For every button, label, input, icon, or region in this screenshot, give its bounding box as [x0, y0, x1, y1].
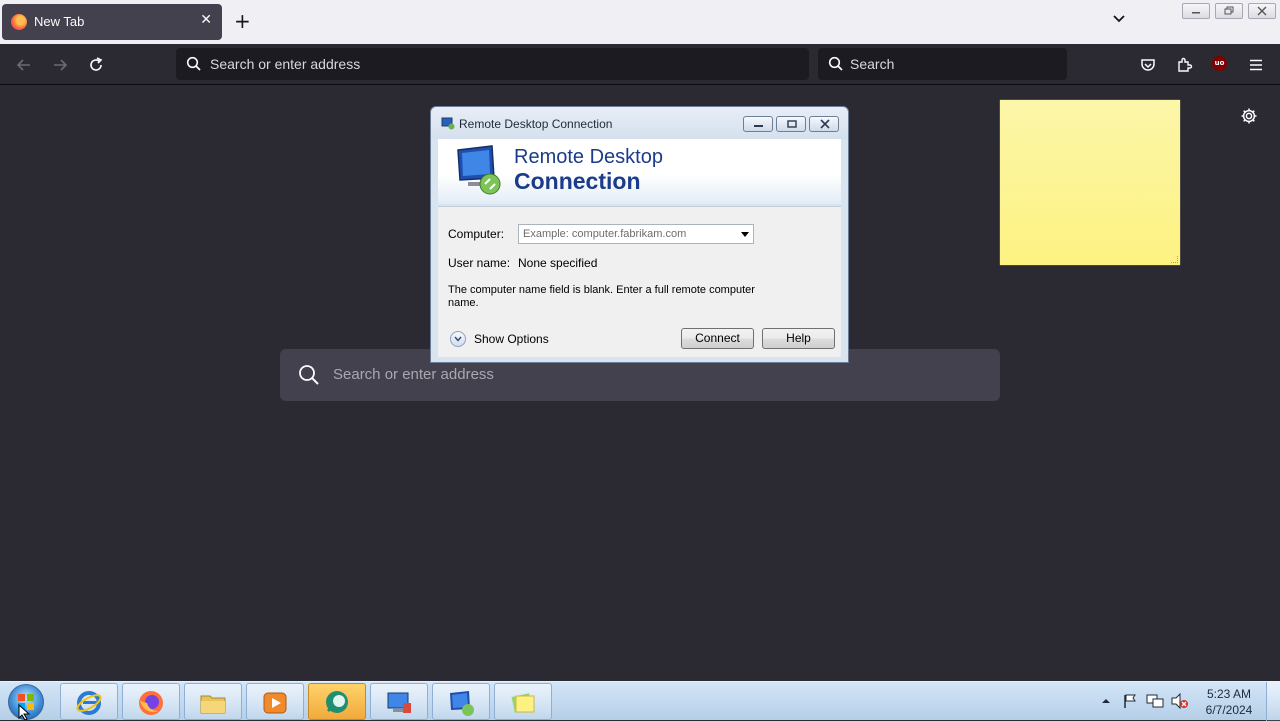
tab-title: New Tab	[34, 14, 85, 29]
system-clock[interactable]: 5:23 AM 6/7/2024	[1200, 686, 1258, 718]
sticky-note[interactable]	[1000, 100, 1180, 265]
sticky-notes-icon	[511, 693, 535, 713]
computer-monitor-icon	[387, 692, 411, 713]
navigation-toolbar: Search or enter address Search	[0, 44, 1280, 85]
taskbar: 5:23 AM 6/7/2024	[0, 681, 1280, 721]
show-desktop-button[interactable]	[1266, 682, 1280, 721]
back-icon[interactable]	[15, 56, 33, 74]
search-icon	[299, 365, 319, 385]
remote-desktop-icon	[441, 117, 455, 130]
search-bar[interactable]: Search	[818, 48, 1067, 80]
computer-combobox[interactable]: Example: computer.fabrikam.com	[518, 224, 754, 244]
dialog-titlebar[interactable]: Remote Desktop Connection	[431, 107, 848, 139]
gear-icon[interactable]	[1240, 107, 1258, 125]
address-bar[interactable]: Search or enter address	[176, 48, 809, 80]
taskbar-internet-explorer[interactable]	[60, 683, 118, 720]
taskbar-sticky-notes[interactable]	[494, 683, 552, 720]
mouse-cursor-icon	[18, 704, 30, 720]
connect-button[interactable]: Connect	[681, 328, 754, 349]
dialog-close-button[interactable]	[809, 116, 839, 132]
network-icon[interactable]	[1146, 693, 1164, 709]
banner-title-line1: Remote Desktop	[514, 146, 663, 168]
minimize-button[interactable]	[1182, 3, 1210, 19]
search-icon	[828, 56, 843, 71]
dialog-maximize-button[interactable]	[776, 116, 806, 132]
show-options-link[interactable]: Show Options	[474, 332, 549, 346]
volume-muted-icon[interactable]	[1171, 693, 1189, 709]
search-placeholder: Search	[850, 56, 895, 72]
help-button[interactable]: Help	[762, 328, 835, 349]
resize-grip[interactable]	[1171, 256, 1178, 263]
dialog-body: Computer: Example: computer.fabrikam.com…	[438, 206, 841, 357]
computer-label: Computer:	[448, 227, 505, 241]
ublock-icon[interactable]: uo	[1212, 56, 1227, 71]
folder-icon	[200, 695, 226, 714]
new-tab-button[interactable]: +	[234, 10, 251, 32]
address-placeholder: Search or enter address	[210, 56, 361, 72]
taskbar-remote-desktop-connection[interactable]	[432, 683, 490, 720]
dropdown-arrow-icon[interactable]	[741, 232, 749, 237]
taskbar-media-player[interactable]	[246, 683, 304, 720]
clock-time: 5:23 AM	[1206, 687, 1252, 701]
clock-date: 6/7/2024	[1205, 703, 1253, 717]
extensions-icon[interactable]	[1175, 56, 1193, 74]
remote-desktop-icon	[450, 691, 474, 716]
search-icon	[186, 56, 201, 71]
tab-close-icon[interactable]: ✕	[200, 12, 212, 28]
show-options-chevron-icon[interactable]	[450, 331, 466, 347]
dialog-banner: Remote Desktop Connection	[438, 139, 841, 204]
status-message: The computer name field is blank. Enter …	[448, 284, 755, 309]
tab-strip: New Tab ✕ +	[0, 0, 1280, 44]
taskbar-remote-desktop-manager[interactable]	[370, 683, 428, 720]
list-all-tabs-icon[interactable]	[1112, 12, 1126, 26]
username-value: None specified	[518, 256, 598, 270]
pocket-icon[interactable]	[1139, 56, 1157, 74]
username-label: User name:	[448, 256, 511, 270]
forward-icon[interactable]	[51, 56, 69, 74]
media-player-icon	[263, 692, 287, 714]
firefox-icon	[11, 14, 27, 30]
dialog-minimize-button[interactable]	[743, 116, 773, 132]
remote-desktop-dialog: Remote Desktop Connection Remote Desktop…	[430, 106, 849, 363]
menu-icon[interactable]	[1247, 56, 1265, 74]
internet-explorer-icon	[76, 691, 102, 715]
action-center-flag-icon[interactable]	[1122, 693, 1138, 709]
banner-title-line2: Connection	[514, 168, 641, 194]
remote-desktop-monitor-icon	[457, 145, 501, 195]
restore-button[interactable]	[1215, 3, 1243, 19]
dialog-title: Remote Desktop Connection	[459, 117, 613, 131]
taskbar-firefox[interactable]	[122, 683, 180, 720]
show-hidden-icons-icon[interactable]	[1101, 697, 1111, 705]
taskbar-file-explorer[interactable]	[184, 683, 242, 720]
close-window-button[interactable]	[1248, 3, 1276, 19]
chat-bubble-icon	[326, 691, 348, 713]
computer-placeholder: Example: computer.fabrikam.com	[523, 228, 687, 240]
taskbar-chat-app[interactable]	[308, 683, 366, 720]
newtab-search-placeholder: Search or enter address	[333, 366, 494, 383]
firefox-icon	[139, 691, 163, 715]
tab-new-tab[interactable]: New Tab ✕	[2, 4, 222, 40]
reload-icon[interactable]	[87, 56, 105, 74]
